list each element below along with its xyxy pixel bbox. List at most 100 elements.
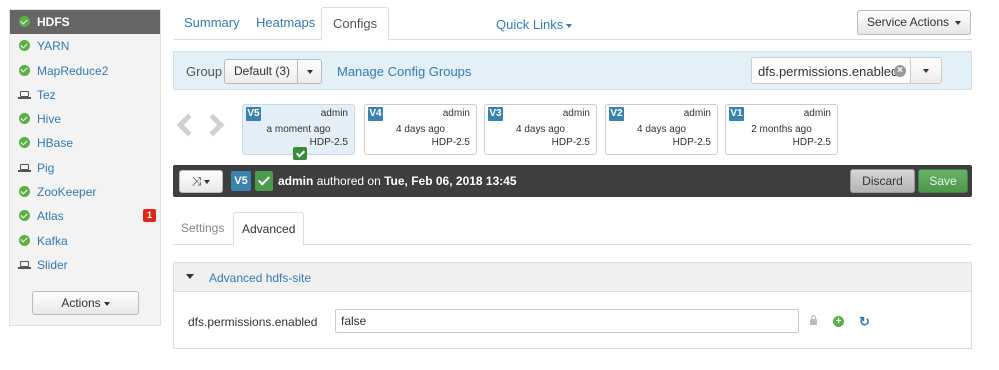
author-name: admin	[278, 174, 314, 188]
authored-date: Tue, Feb 06, 2018 13:45	[384, 174, 517, 188]
service-item-atlas[interactable]: Atlas 1	[10, 204, 160, 228]
service-item-slider[interactable]: Slider	[10, 253, 160, 277]
service-label: Pig	[37, 160, 55, 175]
version-box-v1[interactable]: V1 admin 2 months ago HDP-2.5	[725, 104, 838, 155]
service-item-hdfs[interactable]: HDFS	[10, 10, 160, 35]
current-version-tag: V5	[231, 171, 251, 191]
add-override-icon[interactable]: +	[833, 316, 844, 327]
status-ok-icon	[19, 40, 30, 52]
filter-text: dfs.permissions.enabled	[758, 64, 899, 79]
filter-options-dropdown[interactable]	[910, 57, 942, 84]
client-laptop-icon	[18, 163, 31, 175]
property-value-input[interactable]	[335, 309, 799, 333]
version-author: admin	[683, 108, 711, 119]
caret-down-icon	[923, 68, 929, 73]
lock-icon[interactable]	[810, 315, 817, 325]
service-label: MapReduce2	[37, 63, 109, 78]
caret-down-icon	[204, 179, 211, 184]
version-box-v4[interactable]: V4 admin 4 days ago HDP-2.5	[364, 104, 477, 155]
refresh-icon[interactable]: ↻	[859, 314, 870, 330]
check-icon	[255, 171, 273, 191]
service-label: Atlas	[37, 209, 64, 224]
quick-links-dropdown[interactable]: Quick Links	[496, 17, 573, 32]
service-item-pig[interactable]: Pig	[10, 156, 160, 180]
service-label: Slider	[37, 257, 68, 272]
service-tabs: Summary Heatmaps Configs	[173, 7, 972, 41]
service-item-yarn[interactable]: YARN	[10, 34, 160, 58]
service-item-kafka[interactable]: Kafka	[10, 229, 160, 253]
client-laptop-icon	[18, 90, 31, 102]
quick-links-label: Quick Links	[496, 17, 564, 32]
advanced-hdfs-site-panel: Advanced hdfs-site dfs.permissions.enabl…	[173, 262, 972, 349]
service-label: HDFS	[37, 15, 70, 29]
status-ok-icon	[19, 137, 30, 149]
current-version-bar: ⤨ V5 admin authored on Tue, Feb 06, 2018…	[173, 165, 972, 197]
tab-settings[interactable]: Settings	[173, 212, 232, 245]
alert-count-badge[interactable]: 1	[143, 209, 156, 223]
panel-header[interactable]: Advanced hdfs-site	[174, 263, 971, 292]
compare-button[interactable]: ⤨	[179, 170, 223, 193]
version-box-v2[interactable]: V2 admin 4 days ago HDP-2.5	[605, 104, 718, 155]
version-author: admin	[803, 108, 831, 119]
version-tag: V4	[368, 107, 383, 121]
service-label: Hive	[37, 112, 62, 127]
client-laptop-icon	[18, 260, 31, 272]
service-item-hbase[interactable]: HBase	[10, 131, 160, 155]
version-stack: HDP-2.5	[309, 137, 348, 148]
version-stack: HDP-2.5	[792, 137, 831, 148]
tab-advanced[interactable]: Advanced	[233, 212, 305, 246]
tab-summary[interactable]: Summary	[173, 7, 251, 40]
dropdown-toggle[interactable]	[297, 60, 321, 83]
status-ok-icon	[19, 16, 30, 27]
chevron-right-icon[interactable]	[201, 113, 225, 137]
panel-title[interactable]: Advanced hdfs-site	[209, 271, 311, 285]
service-label: HBase	[37, 136, 74, 151]
version-stack: HDP-2.5	[431, 137, 470, 148]
status-ok-icon	[19, 234, 30, 246]
status-ok-icon	[19, 186, 30, 198]
status-ok-icon	[19, 64, 30, 76]
version-box-v3[interactable]: V3 admin 4 days ago HDP-2.5	[484, 104, 597, 155]
version-author: admin	[442, 108, 470, 119]
property-name-label: dfs.permissions.enabled	[188, 315, 318, 329]
config-group-select[interactable]: Default (3)	[224, 59, 322, 84]
shuffle-icon: ⤨	[191, 174, 202, 188]
version-time: 2 months ago	[751, 124, 812, 135]
save-button[interactable]: Save	[918, 169, 968, 193]
service-label: Kafka	[37, 233, 68, 248]
version-time: a moment ago	[266, 124, 331, 135]
version-time: 4 days ago	[637, 124, 686, 135]
clear-filter-icon[interactable]: ×	[894, 65, 906, 77]
current-version-check-icon	[293, 147, 307, 160]
authored-text: admin authored on Tue, Feb 06, 2018 13:4…	[278, 174, 517, 188]
service-label: Tez	[37, 87, 56, 102]
service-item-tez[interactable]: Tez	[10, 83, 160, 107]
actions-button[interactable]: Actions	[32, 291, 139, 315]
config-filter-input[interactable]: dfs.permissions.enabled ×	[751, 57, 911, 84]
version-stack: HDP-2.5	[551, 137, 590, 148]
services-sidebar: HDFS YARN MapReduce2 Tez Hive HBase Pig	[9, 9, 161, 326]
version-tag: V3	[488, 107, 503, 121]
service-item-hive[interactable]: Hive	[10, 107, 160, 131]
group-label: Group	[186, 64, 223, 79]
service-item-mapreduce2[interactable]: MapReduce2	[10, 59, 160, 83]
chevron-left-icon[interactable]	[176, 113, 200, 137]
manage-config-groups-link[interactable]: Manage Config Groups	[337, 64, 471, 79]
config-group-value: Default (3)	[233, 64, 291, 78]
discard-button[interactable]: Discard	[850, 169, 915, 193]
version-time: 4 days ago	[396, 124, 445, 135]
tab-heatmaps[interactable]: Heatmaps	[245, 7, 326, 40]
version-author: admin	[562, 108, 590, 119]
caret-down-icon	[103, 301, 110, 306]
tab-configs[interactable]: Configs	[321, 7, 390, 41]
service-actions-button[interactable]: Service Actions	[857, 10, 971, 35]
version-tag: V2	[609, 107, 624, 121]
service-item-zookeeper[interactable]: ZooKeeper	[10, 180, 160, 204]
service-list: HDFS YARN MapReduce2 Tez Hive HBase Pig	[10, 10, 160, 277]
authored-on-text: authored on	[316, 174, 381, 188]
version-tag: V5	[246, 107, 261, 121]
version-tag: V1	[729, 107, 744, 121]
version-time: 4 days ago	[516, 124, 565, 135]
config-subtabs: Settings Advanced	[173, 212, 972, 246]
version-author: admin	[320, 108, 348, 119]
